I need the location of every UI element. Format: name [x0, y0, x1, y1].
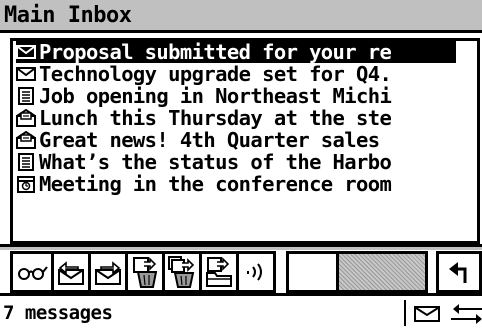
status-bar: 7 messages [0, 296, 482, 329]
reply-button[interactable] [51, 251, 91, 293]
message-row[interactable]: Meeting in the conference room [16, 173, 477, 195]
forward-button[interactable] [88, 251, 128, 293]
message-row[interactable]: Great news! 4th Quarter sales [16, 129, 477, 151]
open-mail-icon [16, 131, 36, 149]
file-button[interactable] [199, 251, 239, 293]
inbox-screen: Main Inbox Proposal submitted for your r… [0, 0, 482, 329]
delete-button[interactable] [125, 251, 165, 293]
return-arrow-icon [447, 259, 471, 285]
message-row[interactable]: Job opening in Northeast Michi [16, 85, 477, 107]
read-glasses-button[interactable] [10, 251, 54, 293]
trash-multi-icon [167, 256, 197, 288]
message-subject: Great news! 4th Quarter sales [39, 129, 380, 151]
blank-button[interactable] [286, 251, 339, 293]
forward-icon [93, 257, 123, 287]
envelope-icon [16, 65, 36, 83]
message-count: 7 messages [3, 302, 113, 324]
message-row[interactable]: Technology upgrade set for Q4. [16, 63, 477, 85]
message-subject: Meeting in the conference room [39, 173, 392, 195]
envelope-icon[interactable] [414, 305, 440, 323]
glasses-icon [16, 262, 48, 282]
message-row[interactable]: Proposal submitted for your re [16, 41, 456, 63]
message-row[interactable]: Lunch this Thursday at the ste [16, 107, 477, 129]
folder-icon [204, 256, 234, 288]
back-button[interactable] [436, 251, 482, 293]
message-subject: Job opening in Northeast Michi [39, 85, 392, 107]
message-subject: What’s the status of the Harbo [39, 151, 392, 173]
reply-icon [56, 257, 86, 287]
message-subject: Proposal submitted for your re [39, 41, 392, 63]
document-icon [16, 153, 36, 171]
message-row[interactable]: What’s the status of the Harbo [16, 151, 477, 173]
document-icon [16, 87, 36, 105]
trash-icon [130, 256, 160, 288]
sync-arrows-icon[interactable] [451, 301, 482, 327]
meeting-icon [16, 175, 36, 193]
signal-icon [243, 262, 269, 282]
message-subject: Lunch this Thursday at the ste [39, 107, 392, 129]
envelope-icon [16, 43, 36, 61]
send-receive-button[interactable] [236, 251, 276, 293]
open-mail-icon [16, 109, 36, 127]
delete-all-button[interactable] [162, 251, 202, 293]
status-divider [404, 300, 406, 326]
title-bar: Main Inbox [0, 0, 482, 33]
toolbar [0, 250, 482, 296]
message-list[interactable]: Proposal submitted for your re Technolog… [10, 38, 480, 244]
toolbar-empty-slot [336, 251, 428, 293]
message-subject: Technology upgrade set for Q4. [39, 63, 392, 85]
window-title: Main Inbox [4, 3, 132, 28]
